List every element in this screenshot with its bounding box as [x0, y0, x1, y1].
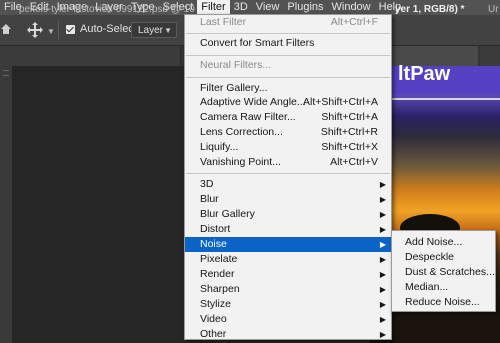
menu-item-filter-gallery[interactable]: Filter Gallery... — [185, 81, 391, 96]
menu-item-sharpen[interactable]: Sharpen ▶ — [185, 282, 391, 297]
submenu-arrow-icon: ▶ — [379, 225, 386, 234]
submenu-arrow-icon: ▶ — [379, 195, 386, 204]
menu-item-adaptive-wide-angle[interactable]: Adaptive Wide Angle... Alt+Shift+Ctrl+A — [185, 95, 391, 110]
noise-submenu: Add Noise... Despeckle Dust & Scratches.… — [391, 230, 496, 312]
submenu-arrow-icon: ▶ — [379, 180, 386, 189]
submenu-arrow-icon: ▶ — [379, 270, 386, 279]
submenu-arrow-icon: ▶ — [379, 300, 386, 309]
submenu-item-add-noise[interactable]: Add Noise... — [392, 235, 495, 250]
tab-document-1-label: pexels-tyler-lastovich-699122.psd @ 10 — [19, 4, 195, 15]
menu-item-last-filter[interactable]: Last Filter Alt+Ctrl+F — [185, 15, 391, 30]
menu-separator — [186, 173, 390, 174]
menu-view[interactable]: View — [252, 0, 284, 15]
submenu-item-median[interactable]: Median... — [392, 280, 495, 295]
image-brand-text: ltPaw — [398, 63, 451, 85]
menu-item-camera-raw-filter[interactable]: Camera Raw Filter... Shift+Ctrl+A — [185, 110, 391, 125]
auto-select-target-select[interactable]: Layer ▼ — [131, 22, 177, 38]
panel-grip-icon[interactable] — [3, 70, 9, 76]
menu-item-lens-correction[interactable]: Lens Correction... Shift+Ctrl+R — [185, 125, 391, 140]
tab-document-3[interactable] — [480, 46, 500, 66]
menu-item-stylize[interactable]: Stylize ▶ — [185, 297, 391, 312]
auto-select-checkbox[interactable] — [66, 25, 75, 34]
menu-item-pixelate[interactable]: Pixelate ▶ — [185, 252, 391, 267]
menu-item-3d[interactable]: 3D ▶ — [185, 177, 391, 192]
menu-plugins[interactable]: Plugins — [283, 0, 327, 15]
menu-3d[interactable]: 3D — [230, 0, 252, 15]
filter-menu: Last Filter Alt+Ctrl+F Convert for Smart… — [184, 14, 392, 340]
divider — [58, 21, 59, 39]
menu-item-video[interactable]: Video ▶ — [185, 312, 391, 327]
home-icon[interactable] — [1, 23, 11, 35]
menu-item-other[interactable]: Other ▶ — [185, 327, 391, 342]
submenu-arrow-icon: ▶ — [379, 255, 386, 264]
tab-document-3-label: Ur — [488, 4, 499, 15]
menu-item-liquify[interactable]: Liquify... Shift+Ctrl+X — [185, 140, 391, 155]
tab-document-2-label: yer 1, RGB/8) * — [395, 4, 465, 15]
chevron-down-icon: ▼ — [164, 26, 172, 35]
submenu-arrow-icon: ▶ — [379, 330, 386, 339]
menu-item-distort[interactable]: Distort ▶ — [185, 222, 391, 237]
submenu-arrow-icon: ▶ — [379, 240, 386, 249]
menu-separator — [186, 55, 390, 56]
menu-item-noise[interactable]: Noise ▶ — [185, 237, 391, 252]
menu-item-render[interactable]: Render ▶ — [185, 267, 391, 282]
image-frame-line — [378, 98, 500, 108]
menu-separator — [186, 77, 390, 78]
submenu-item-despeckle[interactable]: Despeckle — [392, 250, 495, 265]
menu-filter[interactable]: Filter — [197, 0, 230, 15]
menu-item-blur-gallery[interactable]: Blur Gallery ▶ — [185, 207, 391, 222]
menu-item-vanishing-point[interactable]: Vanishing Point... Alt+Ctrl+V — [185, 155, 391, 170]
layer-select-value: Layer — [138, 25, 164, 36]
menu-separator — [186, 33, 390, 34]
submenu-arrow-icon: ▶ — [379, 315, 386, 324]
menu-item-convert-smart-filters[interactable]: Convert for Smart Filters — [185, 36, 391, 51]
tab-document-1[interactable] — [0, 46, 181, 66]
submenu-arrow-icon: ▶ — [379, 210, 386, 219]
submenu-item-dust-scratches[interactable]: Dust & Scratches... — [392, 265, 495, 280]
move-tool-icon[interactable] — [27, 22, 43, 38]
menu-window[interactable]: Window — [328, 0, 375, 15]
menu-item-blur[interactable]: Blur ▶ — [185, 192, 391, 207]
submenu-arrow-icon: ▶ — [379, 285, 386, 294]
toolbar-panel — [0, 66, 12, 343]
chevron-down-icon[interactable]: ▼ — [47, 27, 55, 36]
menu-item-neural-filters[interactable]: Neural Filters... — [185, 58, 391, 73]
submenu-item-reduce-noise[interactable]: Reduce Noise... — [392, 295, 495, 310]
